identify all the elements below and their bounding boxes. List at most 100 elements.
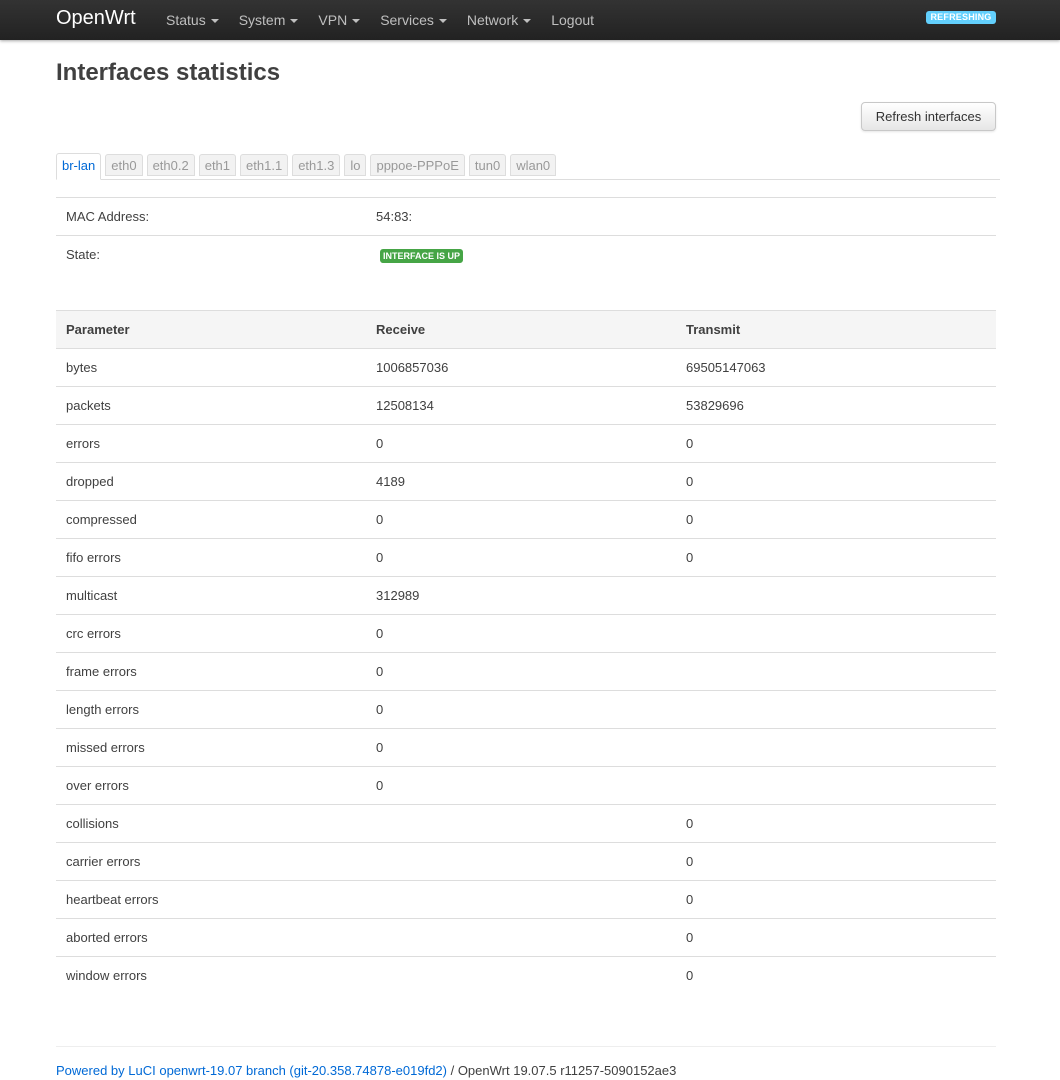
parameter-cell: bytes <box>56 348 366 387</box>
footer-divider <box>56 1046 996 1047</box>
table-row: frame errors 0 <box>56 652 996 691</box>
receive-cell: 0 <box>366 424 676 463</box>
tab-lo[interactable]: lo <box>344 154 367 176</box>
table-row: packets 12508134 53829696 <box>56 386 996 425</box>
table-row: bytes 1006857036 69505147063 <box>56 348 996 387</box>
interface-tabs: br-lan eth0 eth0.2 eth1 eth1.1 eth1.3 lo… <box>56 153 1000 180</box>
luci-version-link[interactable]: Powered by LuCI openwrt-19.07 branch (gi… <box>56 1063 447 1078</box>
receive-cell: 12508134 <box>366 386 676 425</box>
table-row: heartbeat errors 0 <box>56 880 996 919</box>
column-header-parameter: Parameter <box>56 310 366 349</box>
table-row: multicast 312989 <box>56 576 996 615</box>
caret-down-icon <box>523 19 532 23</box>
transmit-cell: 0 <box>676 918 996 957</box>
menu-system[interactable]: System <box>229 0 309 40</box>
state-label: State: <box>56 235 366 273</box>
receive-cell: 1006857036 <box>366 348 676 387</box>
receive-cell: 0 <box>366 538 676 577</box>
statistics-table: Parameter Receive Transmit bytes 10068570… <box>56 310 996 994</box>
state-cell: INTERFACE IS UP <box>366 235 996 273</box>
receive-cell <box>366 880 676 919</box>
main-menu: Status System VPN Services Network Logou… <box>156 0 604 40</box>
parameter-cell: packets <box>56 386 366 425</box>
menu-vpn[interactable]: VPN <box>308 0 370 40</box>
menu-vpn-label: VPN <box>318 12 348 28</box>
tab-tun0[interactable]: tun0 <box>468 154 507 176</box>
tab-pppoe-pppoe[interactable]: pppoe-PPPoE <box>370 154 465 176</box>
table-row: carrier errors 0 <box>56 842 996 881</box>
table-row: errors 0 0 <box>56 424 996 463</box>
caret-down-icon <box>438 19 447 23</box>
column-header-receive: Receive <box>366 310 676 349</box>
parameter-cell: collisions <box>56 804 366 843</box>
table-row: crc errors 0 <box>56 614 996 653</box>
caret-down-icon <box>210 19 219 23</box>
receive-cell: 0 <box>366 614 676 653</box>
transmit-cell: 69505147063 <box>676 348 996 387</box>
tab-wlan0[interactable]: wlan0 <box>510 154 557 176</box>
table-row: fifo errors 0 0 <box>56 538 996 577</box>
menu-network-label: Network <box>466 12 519 28</box>
interface-up-badge: INTERFACE IS UP <box>380 248 464 263</box>
table-row: aborted errors 0 <box>56 918 996 957</box>
transmit-cell <box>676 576 996 615</box>
transmit-cell <box>676 766 996 805</box>
refresh-interfaces-button[interactable]: Refresh interfaces <box>861 102 996 131</box>
receive-cell <box>366 804 676 843</box>
parameter-cell: window errors <box>56 956 366 994</box>
menu-services[interactable]: Services <box>370 0 457 40</box>
transmit-cell: 53829696 <box>676 386 996 425</box>
tab-eth0[interactable]: eth0 <box>105 154 143 176</box>
receive-cell: 0 <box>366 652 676 691</box>
brand-logo[interactable]: OpenWrt <box>56 6 136 30</box>
receive-cell <box>366 918 676 957</box>
receive-cell: 0 <box>366 766 676 805</box>
parameter-cell: length errors <box>56 690 366 729</box>
receive-cell: 0 <box>366 500 676 539</box>
transmit-cell <box>676 728 996 767</box>
page-title: Interfaces statistics <box>56 59 281 86</box>
transmit-cell <box>676 652 996 691</box>
parameter-cell: missed errors <box>56 728 366 767</box>
menu-status[interactable]: Status <box>156 0 229 40</box>
transmit-cell <box>676 614 996 653</box>
refreshing-badge[interactable]: REFRESHING <box>926 11 996 24</box>
table-row: over errors 0 <box>56 766 996 805</box>
column-header-transmit: Transmit <box>676 310 996 349</box>
table-row: length errors 0 <box>56 690 996 729</box>
parameter-cell: multicast <box>56 576 366 615</box>
footer: Powered by LuCI openwrt-19.07 branch (gi… <box>56 1063 676 1078</box>
transmit-cell: 0 <box>676 842 996 881</box>
mac-address-label: MAC Address: <box>56 197 366 236</box>
transmit-cell: 0 <box>676 424 996 463</box>
menu-logout[interactable]: Logout <box>541 0 604 40</box>
transmit-cell: 0 <box>676 880 996 919</box>
tab-eth0-2[interactable]: eth0.2 <box>146 154 195 176</box>
parameter-cell: fifo errors <box>56 538 366 577</box>
tab-eth1-3[interactable]: eth1.3 <box>292 154 341 176</box>
receive-cell: 312989 <box>366 576 676 615</box>
receive-cell <box>366 956 676 994</box>
transmit-cell: 0 <box>676 462 996 501</box>
table-row: dropped 4189 0 <box>56 462 996 501</box>
menu-services-label: Services <box>380 12 434 28</box>
transmit-cell <box>676 690 996 729</box>
parameter-cell: compressed <box>56 500 366 539</box>
menu-network[interactable]: Network <box>457 0 541 40</box>
transmit-cell: 0 <box>676 538 996 577</box>
openwrt-version-text: / OpenWrt 19.07.5 r11257-5090152ae3 <box>446 1063 677 1078</box>
parameter-cell: frame errors <box>56 652 366 691</box>
menu-system-label: System <box>238 12 286 28</box>
tab-eth1-1[interactable]: eth1.1 <box>240 154 289 176</box>
menu-logout-label: Logout <box>551 12 595 28</box>
state-row: State: INTERFACE IS UP <box>56 235 996 273</box>
interface-info-table: MAC Address: 54:83: State: INTERFACE IS … <box>56 197 996 273</box>
tab-eth1[interactable]: eth1 <box>198 154 237 176</box>
tab-br-lan[interactable]: br-lan <box>56 153 102 180</box>
transmit-cell: 0 <box>676 500 996 539</box>
receive-cell: 0 <box>366 728 676 767</box>
table-row: compressed 0 0 <box>56 500 996 539</box>
receive-cell: 0 <box>366 690 676 729</box>
mac-address-value: 54:83: <box>366 197 996 236</box>
table-row: window errors 0 <box>56 956 996 994</box>
